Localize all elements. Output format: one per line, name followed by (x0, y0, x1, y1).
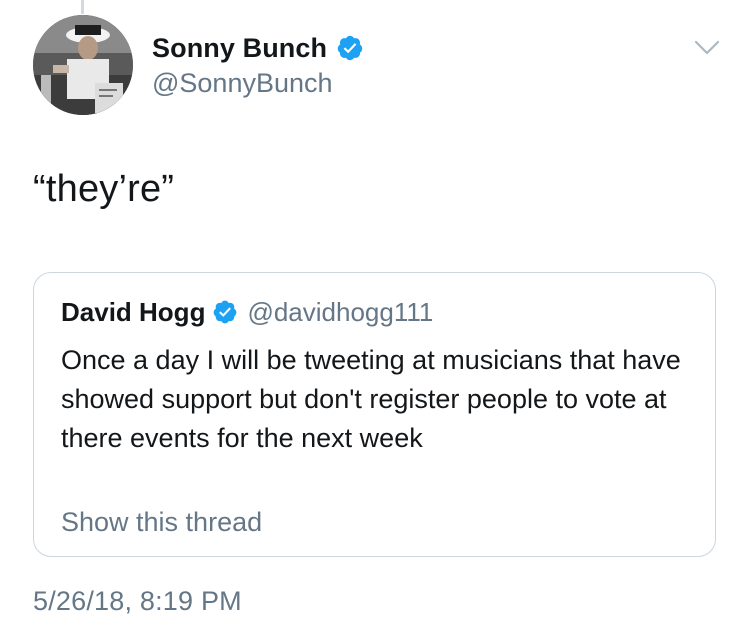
avatar-photo (33, 15, 133, 115)
author-handle[interactable]: @SonnyBunch (152, 68, 364, 99)
chevron-down-icon[interactable] (694, 40, 720, 56)
avatar[interactable] (33, 15, 133, 115)
tweet-author[interactable]: Sonny Bunch @SonnyBunch (152, 30, 364, 99)
quoted-author-display-name: David Hogg (61, 296, 206, 327)
author-name-row: Sonny Bunch (152, 30, 364, 66)
verified-badge-icon (337, 35, 363, 61)
quoted-author-handle: @davidhogg111 (247, 296, 434, 327)
quoted-tweet-card[interactable]: David Hogg @davidhogg111 Once a day I wi… (33, 272, 716, 557)
show-thread-link[interactable]: Show this thread (61, 507, 262, 538)
author-display-name[interactable]: Sonny Bunch (152, 33, 327, 64)
tweet-text: “they’re” (33, 168, 175, 210)
thread-connector-line (81, 0, 84, 14)
verified-badge-icon (214, 300, 237, 324)
quoted-tweet-header: David Hogg @davidhogg111 (61, 295, 433, 329)
quoted-tweet-text: Once a day I will be tweeting at musicia… (61, 345, 681, 453)
tweet-timestamp[interactable]: 5/26/18, 8:19 PM (33, 586, 242, 617)
